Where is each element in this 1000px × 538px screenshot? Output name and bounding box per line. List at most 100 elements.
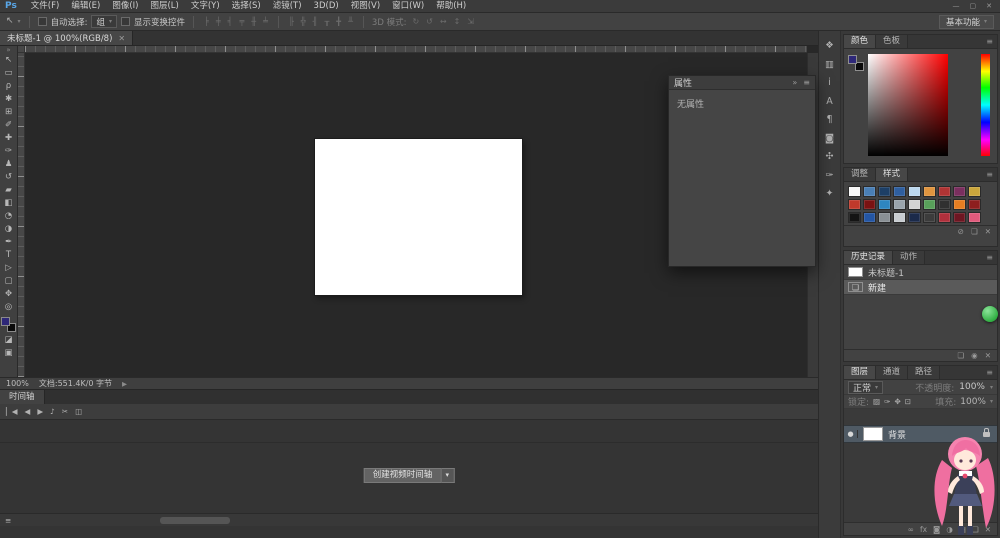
dock-icon-character[interactable]: A bbox=[826, 97, 833, 107]
dock-icon-info[interactable]: i bbox=[828, 78, 831, 88]
show-transform-checkbox[interactable] bbox=[121, 17, 130, 26]
dock-icon-masks[interactable]: ◙ bbox=[825, 134, 834, 144]
zoom-level[interactable]: 100% bbox=[6, 379, 29, 388]
foreground-background-swatch[interactable] bbox=[1, 317, 16, 332]
support-badge[interactable] bbox=[982, 306, 998, 322]
style-swatch[interactable] bbox=[908, 212, 921, 223]
new-document-from-state-icon[interactable]: ❏ bbox=[957, 351, 964, 360]
create-video-timeline-button[interactable]: 创建视频时间轴 ▾ bbox=[364, 468, 455, 483]
status-options-arrow[interactable]: ▶ bbox=[122, 380, 127, 388]
menu-item[interactable]: 滤镜(T) bbox=[267, 0, 308, 13]
path-selection-tool[interactable]: ▷ bbox=[1, 262, 17, 275]
tab-color[interactable]: 颜色 bbox=[844, 35, 876, 48]
quick-mask-button[interactable]: ◪ bbox=[1, 334, 17, 347]
current-tool-icon[interactable]: ↖ bbox=[6, 17, 14, 26]
chevron-down-icon[interactable]: ▾ bbox=[990, 384, 993, 391]
close-button[interactable]: ✕ bbox=[986, 2, 992, 10]
new-layer-icon[interactable]: ❏ bbox=[972, 525, 979, 534]
style-swatch[interactable] bbox=[878, 186, 891, 197]
style-swatch[interactable] bbox=[953, 186, 966, 197]
foreground-color-swatch[interactable] bbox=[848, 55, 857, 64]
spot-healing-brush-tool[interactable]: ✚ bbox=[1, 132, 17, 145]
distribute-middle-icon[interactable]: ╬ bbox=[299, 17, 308, 26]
style-swatch[interactable] bbox=[938, 212, 951, 223]
maximize-button[interactable]: ▢ bbox=[970, 2, 977, 10]
menu-item[interactable]: 选择(S) bbox=[226, 0, 267, 13]
eyedropper-tool[interactable]: ✐ bbox=[1, 119, 17, 132]
distribute-bottom-icon[interactable]: ╢ bbox=[311, 17, 320, 26]
tab-layers[interactable]: 图层 bbox=[844, 366, 876, 379]
rectangle-shape-tool[interactable]: ▢ bbox=[1, 275, 17, 288]
menu-item[interactable]: 3D(D) bbox=[308, 0, 345, 13]
eraser-tool[interactable]: ▰ bbox=[1, 184, 17, 197]
style-swatch[interactable] bbox=[953, 212, 966, 223]
crop-tool[interactable]: ⊞ bbox=[1, 106, 17, 119]
blur-tool[interactable]: ◔ bbox=[1, 210, 17, 223]
move-tool[interactable]: ↖ bbox=[1, 54, 17, 67]
distribute-right-icon[interactable]: ╨ bbox=[346, 17, 355, 26]
style-swatch[interactable] bbox=[863, 186, 876, 197]
dock-icon-navigator[interactable]: ❖ bbox=[825, 41, 834, 51]
link-layers-icon[interactable]: ∞ bbox=[908, 525, 914, 534]
menu-item[interactable]: 图像(I) bbox=[106, 0, 144, 13]
workspace-switcher[interactable]: 基本功能 ▾ bbox=[939, 15, 994, 29]
history-state[interactable]: 未标题-1 bbox=[844, 265, 997, 280]
dock-icon-tool-presets[interactable]: ✦ bbox=[826, 189, 834, 199]
split-at-playhead-button[interactable]: ✂ bbox=[62, 407, 68, 416]
align-right-icon[interactable]: ╡ bbox=[226, 17, 235, 26]
previous-frame-button[interactable]: ◀ bbox=[25, 407, 31, 416]
close-document-icon[interactable]: ✕ bbox=[118, 34, 125, 43]
distribute-left-icon[interactable]: ╥ bbox=[322, 17, 331, 26]
timeline-menu-icon[interactable]: ≡ bbox=[5, 516, 11, 525]
style-swatch[interactable] bbox=[968, 186, 981, 197]
align-middle-icon[interactable]: ╫ bbox=[249, 17, 258, 26]
style-swatch[interactable] bbox=[848, 199, 861, 210]
distribute-top-icon[interactable]: ╟ bbox=[287, 17, 296, 26]
history-brush-tool[interactable]: ↺ bbox=[1, 171, 17, 184]
clone-stamp-tool[interactable]: ♟ bbox=[1, 158, 17, 171]
play-button[interactable]: ▶ bbox=[37, 407, 43, 416]
style-swatch[interactable] bbox=[893, 186, 906, 197]
foreground-color-swatch[interactable] bbox=[1, 317, 10, 326]
style-swatch[interactable] bbox=[863, 199, 876, 210]
horizontal-ruler[interactable] bbox=[25, 46, 807, 53]
fill-value[interactable]: 100% bbox=[960, 397, 986, 407]
create-timeline-dropdown-icon[interactable]: ▾ bbox=[441, 468, 454, 483]
pen-tool[interactable]: ✒ bbox=[1, 236, 17, 249]
dodge-tool[interactable]: ◑ bbox=[1, 223, 17, 236]
layer-row[interactable]: ● 背景 bbox=[844, 425, 997, 443]
panel-menu-icon[interactable]: ≡ bbox=[982, 251, 997, 264]
style-swatch[interactable] bbox=[908, 186, 921, 197]
vertical-ruler[interactable] bbox=[18, 53, 25, 377]
style-swatch[interactable] bbox=[848, 186, 861, 197]
style-swatch[interactable] bbox=[848, 212, 861, 223]
timeline-scrollbar-handle[interactable] bbox=[160, 517, 230, 524]
screen-mode-button[interactable]: ▣ bbox=[1, 347, 17, 360]
style-swatch[interactable] bbox=[908, 199, 921, 210]
layer-thumbnail[interactable] bbox=[863, 427, 883, 441]
panel-menu-icon[interactable]: ≡ bbox=[982, 35, 997, 48]
toolbar-collapse-chevron[interactable]: » bbox=[6, 47, 10, 54]
menu-item[interactable]: 图层(L) bbox=[144, 0, 184, 13]
canvas-document[interactable] bbox=[315, 139, 522, 295]
tab-timeline[interactable]: 时间轴 bbox=[0, 390, 45, 404]
clear-style-icon[interactable]: ⊘ bbox=[958, 227, 964, 236]
type-tool[interactable]: T bbox=[1, 249, 17, 262]
auto-select-checkbox[interactable] bbox=[38, 17, 47, 26]
style-swatch[interactable] bbox=[938, 199, 951, 210]
auto-select-dropdown[interactable]: 组 ▾ bbox=[91, 15, 117, 28]
layer-group-icon[interactable]: ▤ bbox=[959, 525, 966, 534]
new-snapshot-icon[interactable]: ◉ bbox=[971, 351, 978, 360]
layer-visibility-eye-icon[interactable]: ● bbox=[844, 430, 858, 438]
lock-position-icon[interactable]: ✥ bbox=[894, 398, 900, 406]
panel-menu-icon[interactable]: ≡ bbox=[982, 366, 997, 379]
menu-item[interactable]: 文件(F) bbox=[25, 0, 66, 13]
hue-slider[interactable] bbox=[981, 54, 990, 156]
style-swatch[interactable] bbox=[923, 199, 936, 210]
menu-item[interactable]: 帮助(H) bbox=[430, 0, 472, 13]
saturation-brightness-field[interactable] bbox=[868, 54, 948, 156]
collapse-panel-icon[interactable]: » bbox=[792, 78, 797, 87]
brush-tool[interactable]: ✑ bbox=[1, 145, 17, 158]
layer-name[interactable]: 背景 bbox=[888, 428, 906, 441]
align-left-icon[interactable]: ╞ bbox=[202, 17, 211, 26]
